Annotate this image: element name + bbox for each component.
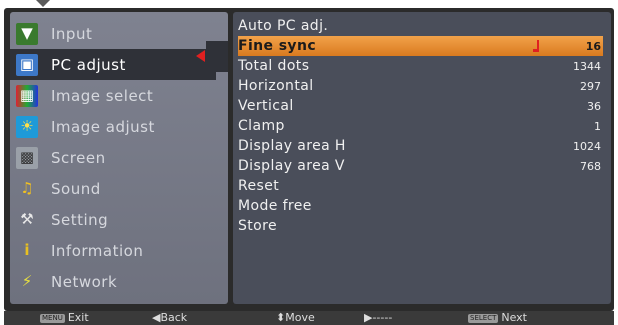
sidebar-item-sound[interactable]: ♫ Sound — [10, 173, 228, 204]
row-value: 1344 — [573, 59, 601, 73]
row-value: 1 — [594, 119, 601, 133]
image-adjust-icon: ☀ — [16, 115, 38, 138]
footer-move: ⬍Move — [276, 311, 315, 325]
menu-row-total-dots[interactable]: Total dots 1344 — [238, 56, 603, 76]
setting-icon: ⚒ — [20, 210, 34, 228]
footer-back: ◀Back — [152, 311, 187, 325]
footer-next: SELECT Next — [468, 311, 527, 325]
row-value: 297 — [580, 79, 601, 93]
menu-row-store[interactable]: Store — [238, 216, 603, 236]
sidebar-item-label: Input — [51, 24, 93, 43]
row-label: Display area H — [238, 138, 346, 154]
menu-row-auto-pc-adj[interactable]: Auto PC adj. — [238, 16, 603, 36]
footer-exit-label: Exit — [67, 311, 89, 324]
sidebar-item-input[interactable]: ▼ Input — [10, 18, 228, 49]
menu-row-clamp[interactable]: Clamp 1 — [238, 116, 603, 136]
row-label: Mode free — [238, 198, 312, 214]
row-label: Store — [238, 218, 278, 234]
image-select-icon: ▦ — [16, 84, 38, 107]
information-icon: i — [24, 241, 30, 259]
sidebar-item-setting[interactable]: ⚒ Setting — [10, 204, 228, 235]
footer-move-label: ⬍Move — [276, 311, 315, 324]
row-value: 768 — [580, 159, 601, 173]
menu-row-fine-sync[interactable]: Fine sync 16 — [238, 36, 603, 56]
active-tab-connector — [206, 41, 228, 72]
menu-row-vertical[interactable]: Vertical 36 — [238, 96, 603, 116]
menu-row-display-area-v[interactable]: Display area V 768 — [238, 156, 603, 176]
sidebar-item-network[interactable]: ⚡ Network — [10, 266, 228, 297]
sidebar-item-screen[interactable]: ▩ Screen — [10, 142, 228, 173]
menu-row-horizontal[interactable]: Horizontal 297 — [238, 76, 603, 96]
menu-row-mode-free[interactable]: Mode free — [238, 196, 603, 216]
menu-row-display-area-h[interactable]: Display area H 1024 — [238, 136, 603, 156]
active-indicator-arrow-icon — [196, 50, 205, 62]
sidebar-item-image-select[interactable]: ▦ Image select — [10, 80, 228, 111]
row-label: Reset — [238, 178, 280, 194]
screen-icon: ▩ — [16, 146, 38, 169]
pc-adjust-panel: Auto PC adj. Fine sync 16 Total dots 134… — [233, 12, 611, 304]
footer-guide-bar: MENU Exit ◀Back ⬍Move ▶----- SELECT Next — [4, 311, 614, 325]
sound-icon: ♫ — [20, 179, 34, 197]
sidebar-item-label: PC adjust — [51, 55, 126, 74]
row-value: 16 — [585, 39, 601, 53]
footer-back-label: ◀Back — [152, 311, 188, 324]
sidebar-item-label: Network — [51, 272, 118, 291]
sidebar-item-label: Image select — [51, 86, 154, 105]
row-label: Total dots — [238, 58, 310, 74]
adjust-slider-icon — [533, 40, 539, 52]
select-key-icon: SELECT — [468, 313, 499, 323]
network-icon: ⚡ — [21, 272, 33, 290]
footer-next-label: Next — [501, 311, 527, 324]
input-icon: ▼ — [16, 22, 38, 45]
sidebar-item-information[interactable]: i Information — [10, 235, 228, 266]
footer-exit: MENU Exit — [40, 311, 89, 325]
row-label: Display area V — [238, 158, 345, 174]
sidebar-item-label: Information — [51, 241, 144, 260]
row-label: Vertical — [238, 98, 294, 114]
menu-row-reset[interactable]: Reset — [238, 176, 603, 196]
sidebar-item-label: Screen — [51, 148, 106, 167]
sidebar-item-label: Sound — [51, 179, 101, 198]
sidebar-item-pc-adjust[interactable]: ▣ PC adjust — [10, 49, 216, 80]
footer-dash-label: ▶----- — [364, 311, 393, 324]
row-label: Fine sync — [238, 38, 317, 54]
scroll-up-arrow-icon — [36, 0, 50, 7]
sidebar-item-image-adjust[interactable]: ☀ Image adjust — [10, 111, 228, 142]
pc-adjust-icon: ▣ — [16, 53, 38, 76]
sidebar-item-label: Setting — [51, 210, 109, 229]
row-value: 1024 — [573, 139, 601, 153]
footer-dash: ▶----- — [364, 311, 392, 325]
sidebar-item-label: Image adjust — [51, 117, 155, 136]
row-label: Clamp — [238, 118, 285, 134]
menu-key-icon: MENU — [40, 313, 65, 323]
row-label: Horizontal — [238, 78, 314, 94]
row-value: 36 — [587, 99, 601, 113]
row-label: Auto PC adj. — [238, 18, 329, 34]
